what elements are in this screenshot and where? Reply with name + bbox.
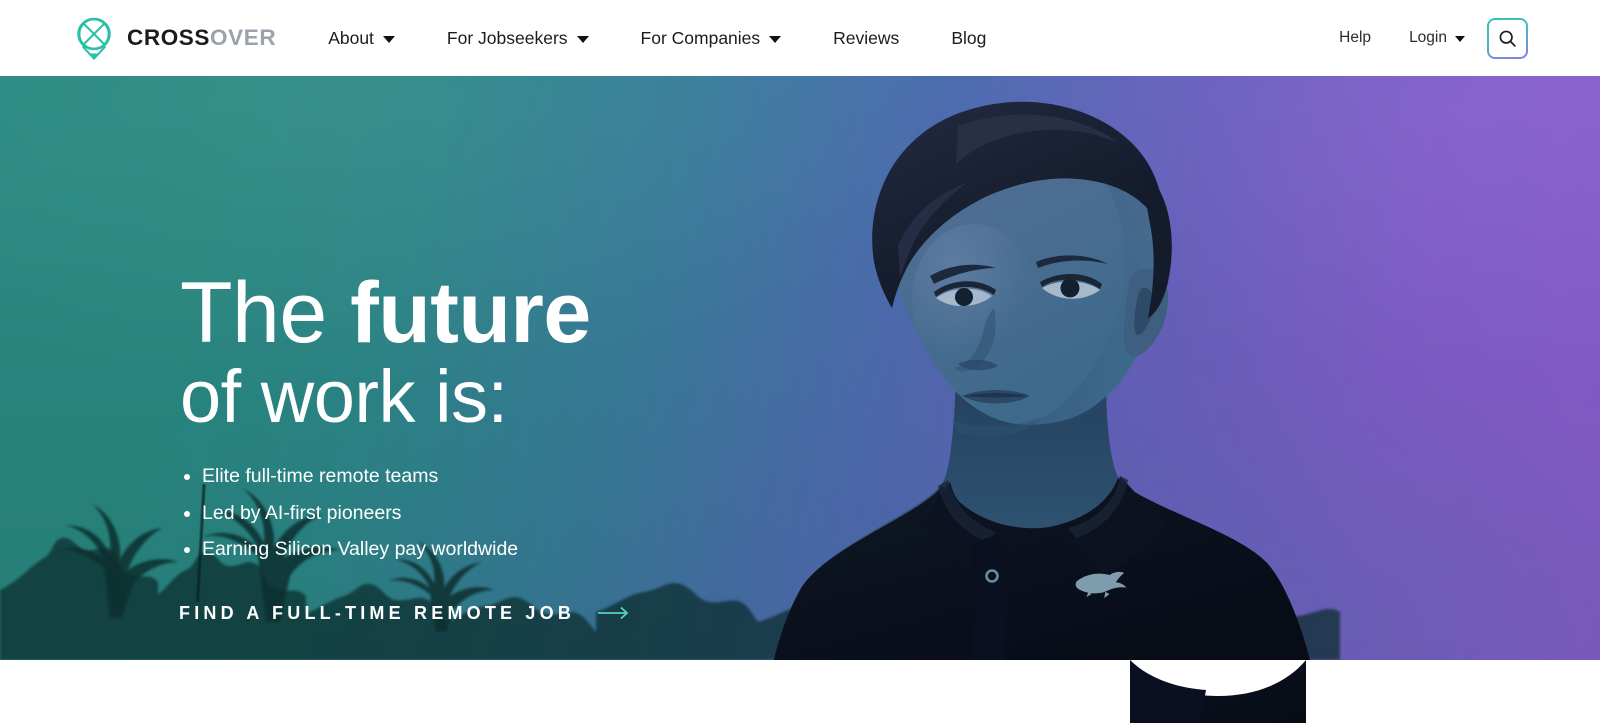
hero-section: The future of work is: Elite full-time r…: [0, 76, 1600, 660]
hero-portrait-overflow: [1128, 660, 1308, 723]
hero-headline: The future of work is:: [180, 270, 800, 439]
site-header: CROSSOVER About For Jobseekers For Compa…: [0, 0, 1600, 76]
login-label: Login: [1409, 29, 1447, 46]
help-link[interactable]: Help: [1339, 29, 1371, 47]
list-item: Elite full-time remote teams: [184, 467, 800, 487]
hero-portrait-image: [774, 101, 1310, 660]
torso-overflow-shape: [1130, 660, 1306, 723]
headline-line-1: The future: [180, 270, 800, 356]
hero-content: The future of work is: Elite full-time r…: [179, 270, 800, 624]
chevron-down-icon: [576, 36, 589, 43]
search-icon: [1499, 30, 1516, 47]
logo-pin-tip: [88, 53, 100, 60]
header-utility-nav: Help Login: [1339, 17, 1528, 59]
headline-line-2: of work is:: [180, 355, 508, 439]
nav-item-for-jobseekers[interactable]: For Jobseekers: [447, 28, 589, 49]
crossover-logo-icon: [77, 17, 111, 61]
nav-label: Blog: [951, 27, 987, 48]
cta-label: FIND A FULL-TIME REMOTE JOB: [179, 602, 576, 623]
page-body-below-hero: [0, 660, 1600, 723]
nav-item-about[interactable]: About: [328, 28, 395, 49]
brand-logo-link[interactable]: CROSSOVER: [72, 13, 276, 63]
list-item: Led by AI-first pioneers: [184, 503, 800, 524]
nav-label: Reviews: [833, 27, 900, 48]
find-remote-job-cta[interactable]: FIND A FULL-TIME REMOTE JOB: [179, 603, 631, 624]
search-button[interactable]: [1487, 17, 1528, 59]
arrow-right-icon: [597, 606, 631, 620]
chevron-down-icon: [1455, 36, 1465, 42]
brand-wordmark: CROSSOVER: [127, 25, 276, 51]
headline-bold-word: future: [350, 265, 591, 361]
brand-word-over: OVER: [210, 25, 277, 50]
brand-word-cross: CROSS: [127, 25, 211, 50]
nav-label: About: [328, 27, 374, 48]
list-item: Earning Silicon Valley pay worldwide: [184, 540, 800, 560]
nav-item-blog[interactable]: Blog: [951, 28, 986, 49]
chevron-down-icon: [382, 36, 395, 43]
headline-light-word: The: [180, 265, 351, 361]
nav-label: For Jobseekers: [446, 27, 568, 48]
main-navigation: About For Jobseekers For Companies Revie…: [328, 28, 986, 49]
nav-label: For Companies: [640, 27, 761, 48]
nav-item-reviews[interactable]: Reviews: [833, 28, 899, 49]
hero-bullet-list: Elite full-time remote teams Led by AI-f…: [180, 467, 800, 560]
login-menu[interactable]: Login: [1409, 29, 1465, 47]
chevron-down-icon: [769, 36, 782, 43]
nav-item-for-companies[interactable]: For Companies: [641, 28, 782, 49]
